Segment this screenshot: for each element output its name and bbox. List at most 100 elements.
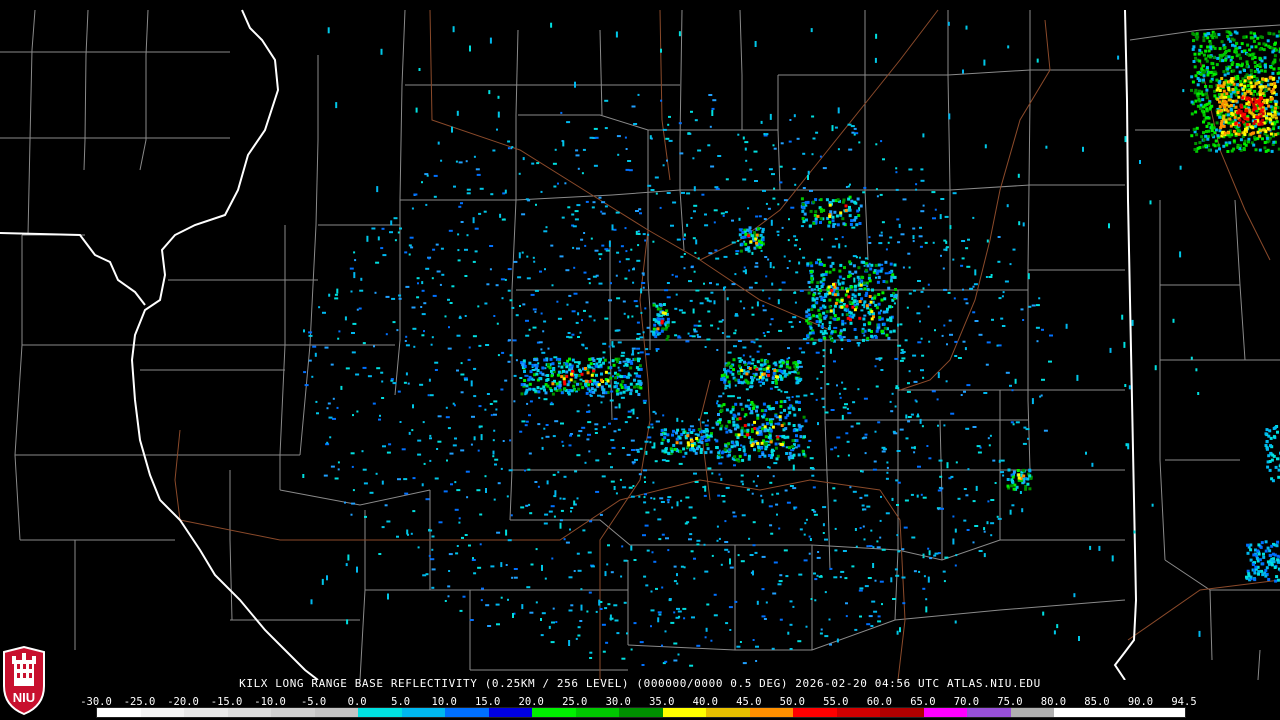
radar-echo bbox=[934, 552, 939, 555]
radar-echo bbox=[362, 366, 367, 369]
radar-echo bbox=[671, 506, 674, 509]
radar-echo bbox=[1193, 65, 1197, 69]
radar-echo bbox=[322, 311, 326, 314]
radar-echo bbox=[530, 563, 534, 566]
radar-echo bbox=[808, 439, 812, 442]
radar-echo bbox=[539, 270, 542, 273]
radar-echo bbox=[476, 173, 481, 176]
radar-echo bbox=[1239, 83, 1243, 87]
radar-echo bbox=[310, 599, 313, 605]
radar-echo bbox=[704, 485, 707, 492]
radar-echo bbox=[741, 407, 744, 411]
radar-echo bbox=[1022, 468, 1026, 472]
radar-echo bbox=[861, 470, 864, 473]
radar-echo bbox=[952, 192, 957, 195]
radar-echo bbox=[769, 323, 772, 326]
radar-echo bbox=[1210, 61, 1214, 65]
radar-echo bbox=[988, 276, 993, 278]
radar-echo bbox=[1042, 611, 1045, 616]
radar-echo bbox=[534, 481, 538, 483]
radar-echo bbox=[1210, 123, 1214, 127]
radar-echo bbox=[1205, 96, 1209, 100]
radar-echo bbox=[844, 204, 848, 208]
radar-echo bbox=[972, 311, 976, 314]
radar-echo bbox=[513, 260, 518, 263]
radar-echo bbox=[532, 326, 537, 329]
radar-echo bbox=[1206, 45, 1210, 49]
radar-echo bbox=[799, 289, 804, 292]
radar-echo bbox=[552, 607, 555, 610]
radar-echo bbox=[1208, 55, 1212, 59]
radar-echo bbox=[676, 582, 679, 585]
radar-echo bbox=[761, 499, 764, 504]
radar-echo bbox=[467, 358, 471, 361]
radar-echo bbox=[486, 283, 490, 286]
radar-echo bbox=[724, 548, 729, 551]
radar-echo bbox=[607, 603, 611, 606]
radar-echo bbox=[682, 607, 687, 610]
radar-echo bbox=[842, 198, 846, 202]
radar-echo bbox=[540, 618, 542, 621]
radar-echo bbox=[1275, 575, 1279, 579]
radar-echo bbox=[518, 252, 521, 259]
radar-echo bbox=[1259, 114, 1263, 118]
radar-echo bbox=[788, 260, 791, 263]
radar-echo bbox=[810, 392, 814, 395]
radar-echo bbox=[416, 296, 420, 299]
radar-echo bbox=[382, 445, 386, 448]
radar-echo bbox=[484, 408, 487, 411]
radar-echo bbox=[546, 378, 550, 381]
radar-echo bbox=[1243, 133, 1247, 136]
radar-echo bbox=[628, 486, 633, 489]
radar-echo bbox=[676, 573, 678, 577]
radar-echo bbox=[1258, 56, 1262, 60]
radar-echo bbox=[398, 297, 402, 300]
radar-echo bbox=[601, 475, 606, 478]
radar-echo bbox=[990, 534, 993, 537]
radar-echo bbox=[824, 293, 827, 296]
radar-echo bbox=[385, 333, 388, 336]
radar-echo bbox=[460, 221, 464, 223]
radar-echo bbox=[1041, 328, 1044, 331]
radar-echo bbox=[716, 525, 719, 528]
radar-echo bbox=[765, 378, 769, 382]
radar-echo bbox=[474, 227, 479, 230]
radar-echo bbox=[1276, 80, 1280, 84]
radar-echo bbox=[747, 399, 750, 402]
radar-echo bbox=[1220, 131, 1224, 135]
radar-echo bbox=[644, 493, 647, 496]
radar-echo bbox=[1225, 143, 1229, 147]
radar-echo bbox=[1264, 432, 1268, 436]
radar-echo bbox=[861, 329, 865, 333]
radar-echo bbox=[610, 439, 615, 442]
radar-echo bbox=[821, 273, 825, 277]
radar-echo bbox=[541, 446, 544, 450]
radar-echo bbox=[456, 369, 459, 372]
radar-echo bbox=[844, 577, 848, 580]
radar-echo bbox=[794, 183, 797, 186]
radar-echo bbox=[1263, 141, 1267, 144]
radar-echo bbox=[559, 497, 562, 500]
radar-echo bbox=[863, 186, 867, 189]
radar-echo bbox=[750, 381, 754, 385]
radar-echo bbox=[351, 351, 356, 354]
radar-echo bbox=[544, 268, 546, 271]
radar-echo bbox=[1242, 147, 1246, 150]
radar-echo bbox=[952, 538, 955, 545]
radar-echo bbox=[675, 431, 678, 435]
radar-echo bbox=[987, 437, 990, 440]
radar-echo bbox=[479, 543, 482, 546]
radar-echo bbox=[1204, 85, 1208, 88]
radar-echo bbox=[567, 332, 571, 334]
radar-echo bbox=[706, 447, 710, 451]
radar-echo bbox=[990, 499, 995, 501]
radar-echo bbox=[380, 48, 383, 55]
radar-echo bbox=[807, 280, 811, 284]
radar-echo bbox=[477, 305, 480, 308]
radar-echo bbox=[697, 428, 701, 431]
radar-echo bbox=[630, 439, 635, 442]
radar-echo bbox=[877, 620, 882, 623]
radar-echo bbox=[468, 346, 471, 349]
radar-echo bbox=[761, 615, 766, 618]
radar-echo bbox=[1273, 553, 1277, 557]
